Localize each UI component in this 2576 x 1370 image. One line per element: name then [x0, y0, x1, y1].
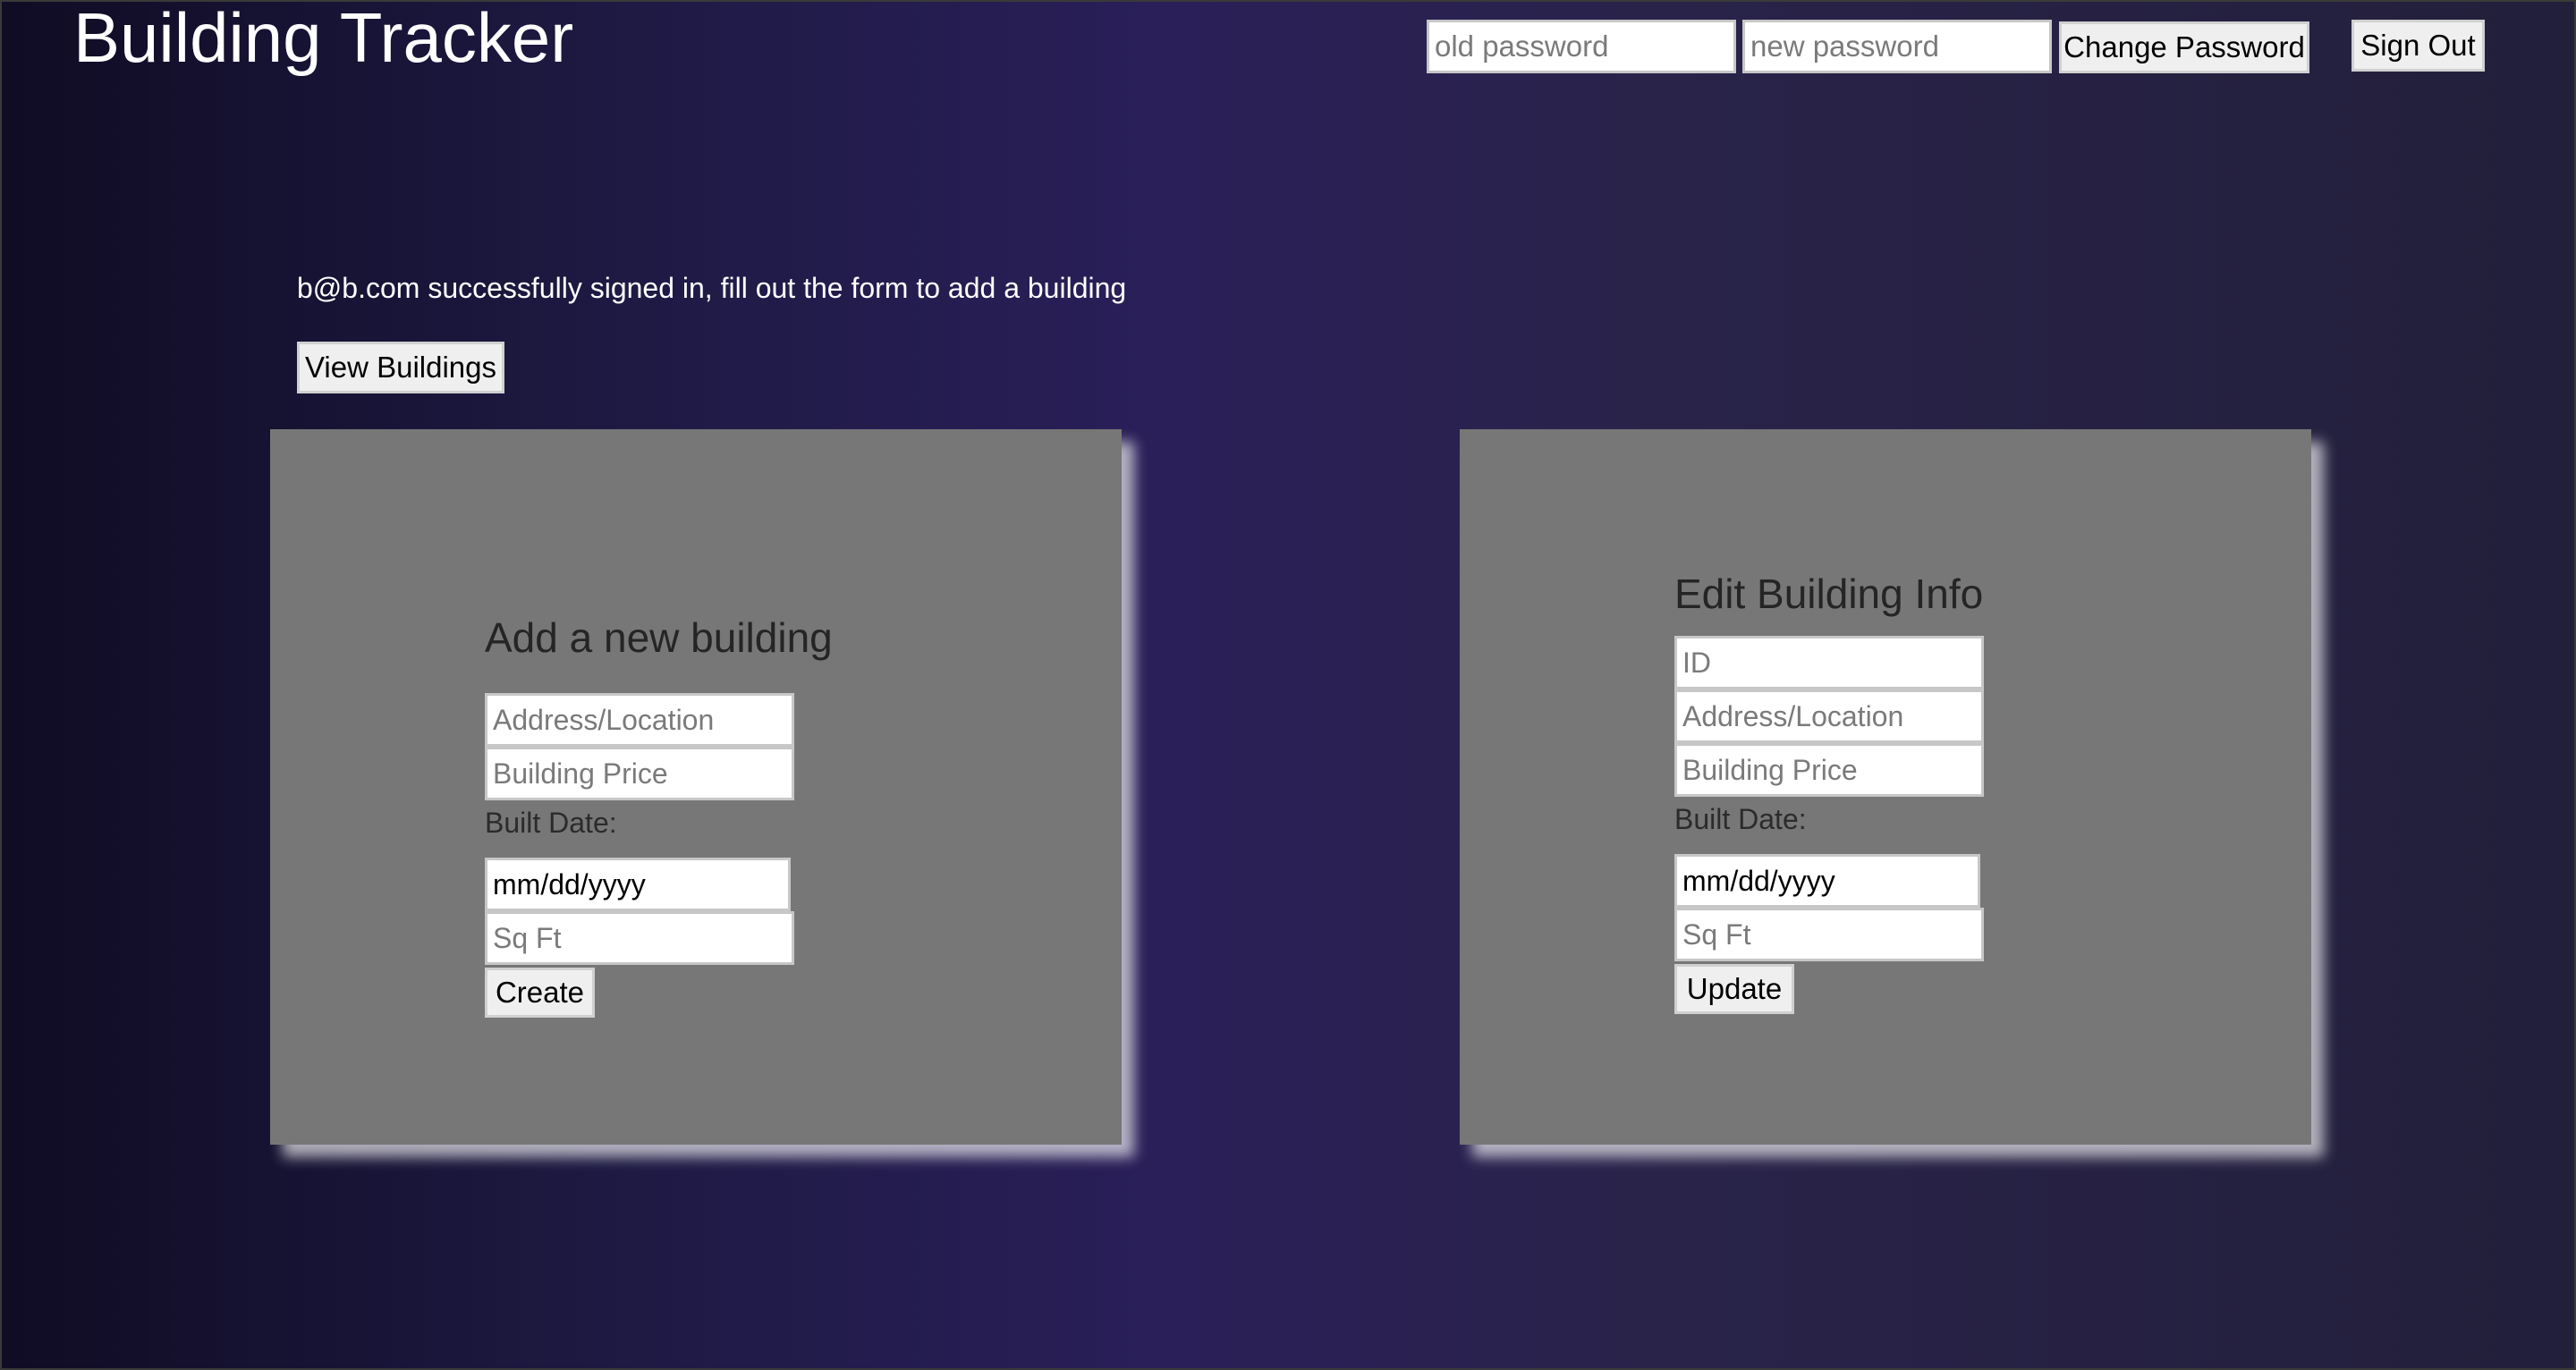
add-built-date-input[interactable]: mm/dd/yyyy: [485, 858, 791, 911]
app-title: Building Tracker: [73, 0, 574, 77]
add-sqft-input[interactable]: [485, 911, 794, 965]
old-password-input[interactable]: [1427, 20, 1736, 73]
view-buildings-button[interactable]: View Buildings: [297, 342, 504, 393]
add-building-panel: Add a new building Built Date: mm/dd/yyy…: [270, 429, 1122, 1145]
add-built-date-label: Built Date:: [485, 807, 617, 839]
status-message: b@b.com successfully signed in, fill out…: [297, 272, 1127, 304]
sign-out-button[interactable]: Sign Out: [2351, 20, 2485, 72]
edit-built-date-input[interactable]: mm/dd/yyyy: [1674, 854, 1980, 908]
edit-sqft-input[interactable]: [1674, 908, 1984, 961]
create-button[interactable]: Create: [485, 968, 595, 1018]
update-button[interactable]: Update: [1674, 964, 1794, 1014]
edit-id-input[interactable]: [1674, 636, 1984, 689]
new-password-input[interactable]: [1742, 20, 2052, 73]
edit-built-date-label: Built Date:: [1674, 803, 1807, 835]
add-price-input[interactable]: [485, 747, 794, 800]
add-building-heading: Add a new building: [485, 614, 833, 661]
edit-price-input[interactable]: [1674, 743, 1984, 797]
edit-address-input[interactable]: [1674, 689, 1984, 743]
edit-building-panel: Edit Building Info Built Date: mm/dd/yyy…: [1460, 429, 2311, 1145]
change-password-button[interactable]: Change Password: [2059, 21, 2309, 73]
edit-building-heading: Edit Building Info: [1674, 571, 1984, 617]
add-address-input[interactable]: [485, 693, 794, 747]
